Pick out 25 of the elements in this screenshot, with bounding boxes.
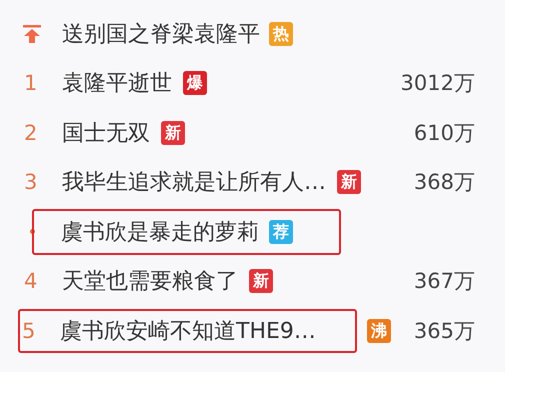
rank-number: 1 [24, 71, 38, 96]
topic-link[interactable]: 我毕生追求就是让所有人… [62, 167, 326, 198]
topic-link[interactable]: 天堂也需要粮食了 [62, 266, 238, 296]
topic-badge: 爆 [183, 71, 207, 96]
search-count: 3012万 [400, 70, 475, 98]
topic-link[interactable]: 送别国之脊梁袁隆平 [62, 18, 260, 49]
rank-number: 3 [24, 170, 38, 194]
rank-number: 4 [24, 269, 38, 294]
topic-badge: 热 [269, 22, 293, 46]
search-count: 368万 [414, 169, 475, 196]
search-count: 610万 [414, 120, 475, 147]
topic-link[interactable]: 袁隆平逝世 [62, 68, 172, 98]
search-count: 365万 [414, 318, 475, 345]
topic-link[interactable]: 虞书欣是暴走的萝莉 [61, 216, 259, 247]
search-count: 367万 [414, 268, 475, 296]
topic-badge: 新 [249, 269, 273, 294]
rank-number: 2 [24, 120, 38, 145]
topic-badge: 荐 [269, 220, 293, 244]
topic-badge: 新 [337, 170, 361, 194]
topic-link[interactable]: 虞书欣安崎不知道THE9… [60, 316, 316, 346]
topic-badge: 新 [161, 120, 185, 145]
rank-number: 5 [22, 318, 36, 343]
pin-to-top-icon [22, 24, 42, 44]
topic-link[interactable]: 国士无双 [62, 118, 150, 148]
topic-badge: 沸 [367, 318, 391, 343]
